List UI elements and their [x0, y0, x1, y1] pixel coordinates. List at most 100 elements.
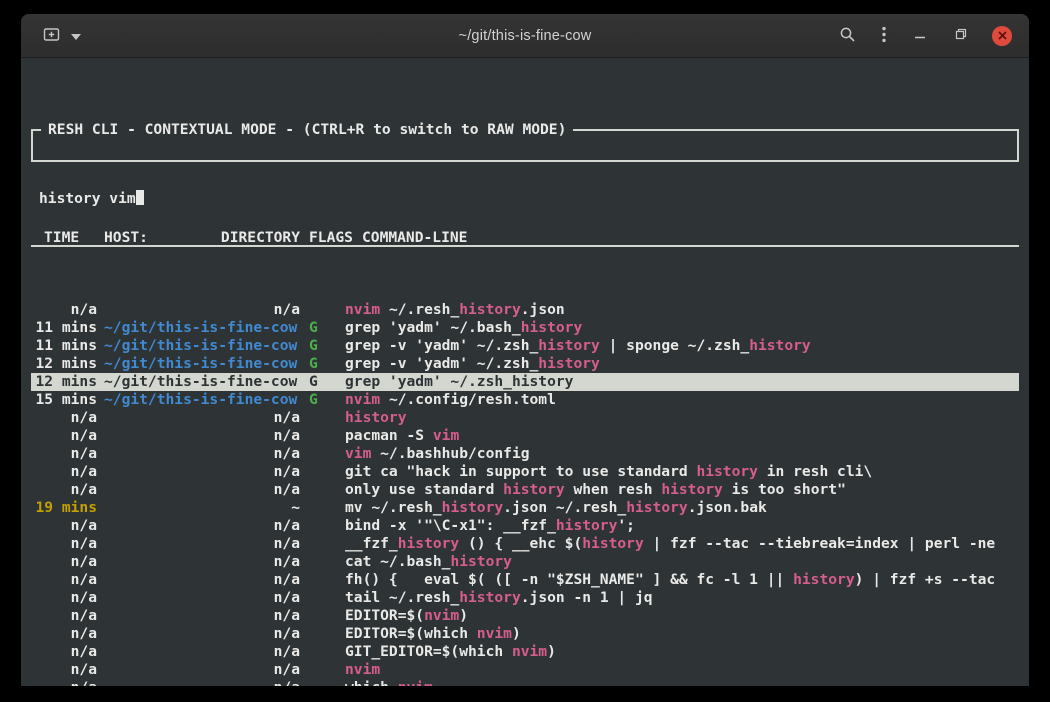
row-directory: n/a — [97, 517, 300, 535]
history-row[interactable]: 11 mins~/git/this-is-fine-cowGgrep -v 'y… — [31, 337, 1019, 355]
row-flags — [300, 445, 345, 463]
restore-button[interactable] — [951, 24, 971, 47]
row-command: EDITOR=$(nvim) — [345, 607, 1019, 625]
history-row[interactable]: n/an/ahistory — [31, 409, 1019, 427]
row-directory: n/a — [97, 607, 300, 625]
row-flags: G — [300, 373, 345, 391]
history-row[interactable]: 11 mins~/git/this-is-fine-cowGgrep 'yadm… — [31, 319, 1019, 337]
titlebar-left-controls — [41, 24, 83, 48]
menu-button[interactable] — [879, 24, 889, 48]
history-row[interactable]: n/an/apacman -S vim — [31, 427, 1019, 445]
tab-list-dropdown-button[interactable] — [69, 26, 83, 45]
history-row[interactable]: n/an/anvim — [31, 661, 1019, 679]
row-command: fh() { eval $( ([ -n "$ZSH_NAME" ] && fc… — [345, 571, 1019, 589]
kebab-menu-icon — [881, 26, 887, 46]
row-command: grep 'yadm' ~/.zsh_history — [345, 373, 1019, 391]
history-row[interactable]: n/an/agit ca "hack in support to use sta… — [31, 463, 1019, 481]
row-time: n/a — [35, 625, 97, 643]
history-row-selected[interactable]: 12 mins~/git/this-is-fine-cowGgrep 'yadm… — [31, 373, 1019, 391]
row-flags — [300, 553, 345, 571]
row-directory: n/a — [97, 661, 300, 679]
row-flags — [300, 535, 345, 553]
history-row[interactable]: 12 mins~/git/this-is-fine-cowGgrep -v 'y… — [31, 355, 1019, 373]
row-directory: n/a — [97, 625, 300, 643]
row-flags — [300, 661, 345, 679]
titlebar-right-controls — [837, 24, 1012, 48]
row-flags — [300, 589, 345, 607]
history-row[interactable]: n/an/atail ~/.resh_history.json -n 1 | j… — [31, 589, 1019, 607]
history-row[interactable]: n/an/abind -x '"\C-x1": __fzf_history'; — [31, 517, 1019, 535]
row-command: which nvim — [345, 679, 1019, 686]
row-flags — [300, 643, 345, 661]
minimize-button[interactable] — [910, 24, 930, 47]
row-flags: G — [300, 319, 345, 337]
search-box[interactable]: RESH CLI - CONTEXTUAL MODE - (CTRL+R to … — [31, 129, 1019, 162]
row-flags — [300, 571, 345, 589]
search-icon — [839, 26, 856, 46]
minimize-icon — [912, 26, 928, 45]
row-command: grep -v 'yadm' ~/.zsh_history | sponge ~… — [345, 337, 1019, 355]
row-directory: n/a — [97, 535, 300, 553]
history-row[interactable]: n/an/a__fzf_history () { __ehc $(history… — [31, 535, 1019, 553]
row-command: history — [345, 409, 1019, 427]
terminal-window: ~/git/this-is-fine-cow — [21, 14, 1029, 686]
history-row[interactable]: n/an/acat ~/.bash_history — [31, 553, 1019, 571]
history-row[interactable]: 19 mins~mv ~/.resh_history.json ~/.resh_… — [31, 499, 1019, 517]
row-flags — [300, 517, 345, 535]
history-row[interactable]: n/an/afh() { eval $( ([ -n "$ZSH_NAME" ]… — [31, 571, 1019, 589]
row-command: grep 'yadm' ~/.bash_history — [345, 319, 1019, 337]
text-cursor-block — [136, 190, 145, 205]
row-flags — [300, 409, 345, 427]
new-tab-button[interactable] — [41, 24, 62, 48]
history-row[interactable]: n/an/aEDITOR=$(nvim) — [31, 607, 1019, 625]
row-time: 15 mins — [35, 391, 97, 409]
row-time: n/a — [35, 427, 97, 445]
row-command: nvim — [345, 661, 1019, 679]
row-time: 11 mins — [35, 337, 97, 355]
row-time: n/a — [35, 463, 97, 481]
row-flags — [300, 481, 345, 499]
new-tab-icon — [43, 26, 60, 46]
row-flags: G — [300, 337, 345, 355]
history-row[interactable]: n/an/avim ~/.bashhub/config — [31, 445, 1019, 463]
history-row[interactable]: n/an/aonly use standard history when res… — [31, 481, 1019, 499]
row-time: n/a — [35, 589, 97, 607]
row-command: nvim ~/.resh_history.json — [345, 301, 1019, 319]
row-time: n/a — [35, 643, 97, 661]
desktop-background: ~/git/this-is-fine-cow — [0, 0, 1050, 702]
row-time: n/a — [35, 301, 97, 319]
row-flags: G — [300, 355, 345, 373]
search-input[interactable]: history vim — [39, 190, 1011, 208]
history-row[interactable]: n/an/awhich nvim — [31, 679, 1019, 686]
chevron-down-icon — [71, 28, 81, 43]
row-command: only use standard history when resh hist… — [345, 481, 1019, 499]
row-flags — [300, 607, 345, 625]
terminal-content: RESH CLI - CONTEXTUAL MODE - (CTRL+R to … — [21, 58, 1029, 686]
row-flags — [300, 427, 345, 445]
row-command: tail ~/.resh_history.json -n 1 | jq — [345, 589, 1019, 607]
row-time: 12 mins — [35, 355, 97, 373]
row-time: 12 mins — [35, 373, 97, 391]
history-row[interactable]: n/an/a GIT_EDITOR=$(which nvim) — [31, 643, 1019, 661]
history-row[interactable]: n/an/a EDITOR=$(which nvim) — [31, 625, 1019, 643]
row-command: grep -v 'yadm' ~/.zsh_history — [345, 355, 1019, 373]
row-directory: n/a — [97, 301, 300, 319]
row-command: mv ~/.resh_history.json ~/.resh_history.… — [345, 499, 1019, 517]
search-button[interactable] — [837, 24, 858, 48]
row-command: cat ~/.bash_history — [345, 553, 1019, 571]
history-row[interactable]: 15 mins~/git/this-is-fine-cowGnvim ~/.co… — [31, 391, 1019, 409]
row-directory: ~/git/this-is-fine-cow — [97, 319, 300, 337]
close-button[interactable] — [992, 26, 1012, 46]
row-time: n/a — [35, 481, 97, 499]
mode-title: RESH CLI - CONTEXTUAL MODE - (CTRL+R to … — [41, 121, 573, 139]
row-directory: n/a — [97, 463, 300, 481]
history-row[interactable]: n/an/a nvim ~/.resh_history.json — [31, 301, 1019, 319]
row-directory: ~ — [97, 499, 300, 517]
row-time: n/a — [35, 517, 97, 535]
row-directory: ~/git/this-is-fine-cow — [97, 355, 300, 373]
row-directory: ~/git/this-is-fine-cow — [97, 337, 300, 355]
row-directory: n/a — [97, 643, 300, 661]
row-command: EDITOR=$(which nvim) — [345, 625, 1019, 643]
row-flags — [300, 679, 345, 686]
row-command: GIT_EDITOR=$(which nvim) — [345, 643, 1019, 661]
